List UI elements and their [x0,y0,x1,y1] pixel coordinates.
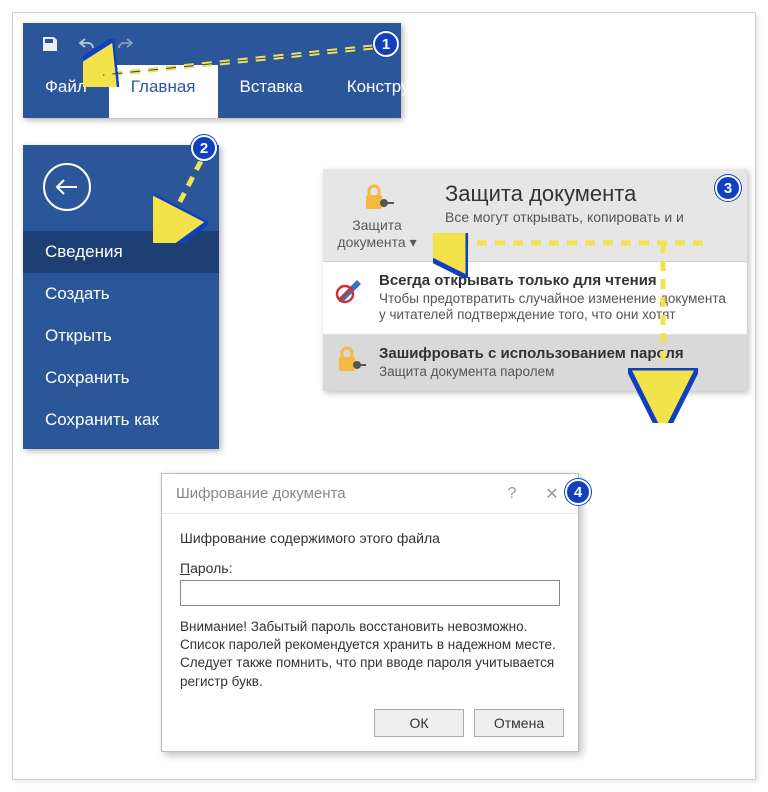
protect-header: Защита документа ▾ Защита документа Все … [323,169,747,262]
protect-document-button[interactable]: Защита документа ▾ [323,169,431,261]
help-button[interactable]: ? [492,485,532,503]
tab-home[interactable]: Главная [109,65,218,118]
opt-readonly-title: Всегда открывать только для чтения [379,272,735,289]
tab-file[interactable]: Файл [23,65,109,118]
dialog-warning: Внимание! Забытый пароль восстановить не… [180,618,560,691]
quick-access-toolbar [23,23,401,65]
cancel-button[interactable]: Отмена [474,709,564,737]
ok-button[interactable]: ОК [374,709,464,737]
password-input[interactable] [180,580,560,606]
protect-option-readonly[interactable]: Всегда открывать только для чтения Чтобы… [323,262,747,336]
opt-encrypt-desc: Защита документа паролем [379,364,684,381]
file-menu-new[interactable]: Создать [23,273,219,315]
chevron-down-icon: ▾ [410,234,417,250]
opt-readonly-desc: Чтобы предотвратить случайное изменение … [379,291,735,325]
protect-document-panel: Защита документа ▾ Защита документа Все … [323,169,747,391]
step-badge-4: 4 [565,479,591,505]
canvas: Файл Главная Вставка Конструк Сведения С… [12,12,756,780]
protect-title: Защита документа [445,181,733,207]
file-menu-info[interactable]: Сведения [23,231,219,273]
close-icon: ✕ [545,486,558,503]
step-badge-1: 1 [373,31,399,57]
dialog-title: Шифрование документа [176,485,492,502]
file-menu-open[interactable]: Открыть [23,315,219,357]
step-badge-3: 3 [715,175,741,201]
protect-option-encrypt[interactable]: Зашифровать с использованием пароля Защи… [323,335,747,391]
pen-forbid-icon [335,272,367,309]
opt-encrypt-title: Зашифровать с использованием пароля [379,345,684,362]
ribbon-tabs: Файл Главная Вставка Конструк [23,65,401,118]
save-icon[interactable] [41,35,59,53]
arrow-left-icon [54,178,80,196]
protect-subtitle: Все могут открывать, копировать и и [445,209,733,225]
protect-btn-label: Защита документа ▾ [329,217,425,251]
protect-title-block: Защита документа Все могут открывать, ко… [431,169,747,261]
undo-icon[interactable] [77,36,97,52]
dialog-heading: Шифрование содержимого этого файла [180,530,560,546]
encrypt-dialog: Шифрование документа ? ✕ Шифрование соде… [161,473,579,752]
ribbon-panel: Файл Главная Вставка Конструк [23,23,401,118]
password-label: Пароль: [180,560,560,576]
lock-key-small-icon [335,345,367,380]
dialog-titlebar: Шифрование документа ? ✕ [162,474,578,514]
dialog-buttons: ОК Отмена [162,691,578,751]
tab-design[interactable]: Конструк [325,65,439,118]
step-badge-2: 2 [191,135,217,161]
lock-key-icon [360,183,394,211]
redo-icon[interactable] [115,36,135,52]
file-menu-panel: Сведения Создать Открыть Сохранить Сохра… [23,145,219,449]
back-button[interactable] [43,163,91,211]
file-menu-saveas[interactable]: Сохранить как [23,399,219,441]
dialog-body: Шифрование содержимого этого файла Парол… [162,514,578,691]
file-menu-save[interactable]: Сохранить [23,357,219,399]
tab-insert[interactable]: Вставка [218,65,325,118]
